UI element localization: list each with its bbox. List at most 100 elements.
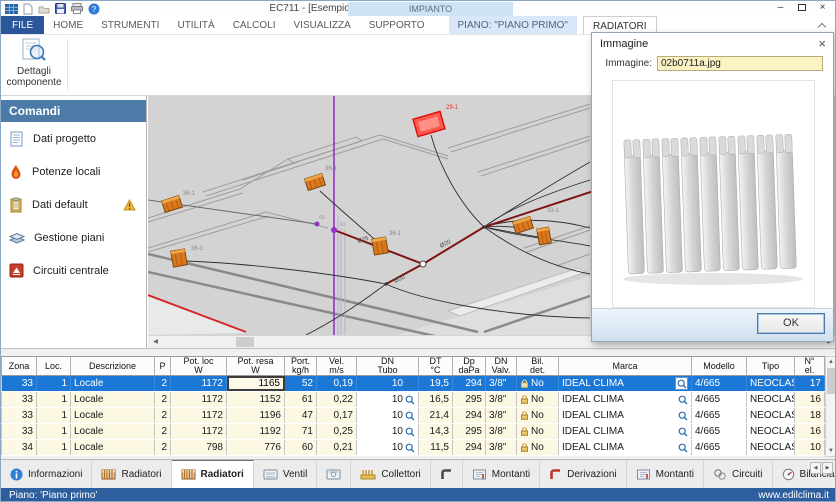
minimize-button[interactable]: – [770, 1, 791, 15]
cell-n[interactable]: 16 [795, 424, 825, 439]
dialog-close-icon[interactable]: × [818, 36, 826, 51]
cell-bil[interactable]: No [517, 424, 559, 439]
cell-port[interactable]: 61 [285, 392, 317, 407]
cell-bil[interactable]: No [517, 408, 559, 423]
cell-port[interactable]: 60 [285, 440, 317, 455]
cell-dp[interactable]: 294 [453, 440, 486, 455]
cell-p[interactable]: 2 [155, 392, 171, 407]
column-header-dn[interactable]: DN Tubo [357, 357, 419, 375]
column-header-pot-resa[interactable]: Pot. resa W [227, 357, 285, 375]
print-icon[interactable] [71, 3, 83, 14]
cell-pot-resa[interactable]: 1165 [227, 376, 285, 391]
column-header-zona[interactable]: Zona [1, 357, 37, 375]
cell-vel[interactable]: 0,22 [317, 392, 357, 407]
cell-dn[interactable]: 3/8" [486, 440, 517, 455]
ribbon-tab-home[interactable]: HOME [44, 16, 92, 34]
cell-pot-resa[interactable]: 776 [227, 440, 285, 455]
cell-p[interactable]: 2 [155, 440, 171, 455]
cell-p[interactable]: 2 [155, 408, 171, 423]
cell-n[interactable]: 18 [795, 408, 825, 423]
cell-modello[interactable]: 4/665 [692, 408, 747, 423]
cell-dp[interactable]: 294 [453, 408, 486, 423]
column-header-modello[interactable]: Modello [692, 357, 747, 375]
column-header-dn[interactable]: DN Valv. [486, 357, 517, 375]
cell-dn[interactable]: 10 [357, 376, 419, 391]
bottom-tab-radiatori[interactable]: Radiatori [172, 460, 254, 488]
cell-zona[interactable]: 33 [1, 424, 37, 439]
cell-bil[interactable]: No [517, 440, 559, 455]
bottom-tab-fancoil2[interactable] [317, 460, 351, 488]
save-icon[interactable] [55, 3, 66, 14]
bottom-tab-montanti[interactable]: Montanti [463, 460, 540, 488]
table-row[interactable]: 331Locale211721152610,221016,52953/8"NoI… [1, 392, 825, 408]
column-header-p[interactable]: P [155, 357, 171, 375]
cell-modello[interactable]: 4/665 [692, 424, 747, 439]
cell-port[interactable]: 47 [285, 408, 317, 423]
dettagli-componente-button[interactable]: Dettagli componente [3, 37, 65, 93]
cell-zona[interactable]: 33 [1, 408, 37, 423]
cell-dn[interactable]: 10 [357, 424, 419, 439]
ribbon-tab-calcoli[interactable]: CALCOLI [224, 16, 285, 34]
column-header-loc[interactable]: Loc. [37, 357, 71, 375]
cell-descrizione[interactable]: Locale [71, 408, 155, 423]
sidebar-item-dati-default[interactable]: Dati default [1, 188, 146, 221]
close-button[interactable]: × [812, 1, 833, 15]
cell-descrizione[interactable]: Locale [71, 424, 155, 439]
ribbon-tab-utilit[interactable]: UTILITÀ [168, 16, 223, 34]
cell-p[interactable]: 2 [155, 376, 171, 391]
radiator-symbol[interactable] [537, 227, 552, 245]
bottom-tab-collettori[interactable]: Collettori [351, 460, 430, 488]
cell-dt[interactable]: 14,3 [419, 424, 453, 439]
cell-vel[interactable]: 0,17 [317, 408, 357, 423]
column-header-dt[interactable]: DT °C [419, 357, 453, 375]
cell-tipo[interactable]: NEOCLASSIC [747, 376, 795, 391]
radiator-symbol[interactable] [372, 237, 389, 255]
tabs-scroll-left-icon[interactable]: ◀ [810, 462, 821, 474]
pipe-node[interactable] [420, 261, 426, 267]
bottom-tab-radiatori[interactable]: Radiatori [92, 460, 171, 488]
cell-dp[interactable]: 295 [453, 392, 486, 407]
cell-modello[interactable]: 4/665 [692, 392, 747, 407]
ribbon-tab-strumenti[interactable]: STRUMENTI [92, 16, 168, 34]
cell-marca[interactable]: IDEAL CLIMA [559, 424, 692, 439]
column-header-tipo[interactable]: Tipo [747, 357, 795, 375]
cell-vel[interactable]: 0,19 [317, 376, 357, 391]
ribbon-tab-piano-piano-primo[interactable]: PIANO: "PIANO PRIMO" [449, 16, 577, 34]
cell-dt[interactable]: 21,4 [419, 408, 453, 423]
column-header-pot-loc[interactable]: Pot. loc W [171, 357, 227, 375]
cell-loc[interactable]: 1 [37, 408, 71, 423]
column-header-dp[interactable]: Dp daPa [453, 357, 486, 375]
cell-descrizione[interactable]: Locale [71, 392, 155, 407]
scrollbar-thumb[interactable] [236, 337, 254, 347]
cell-tipo[interactable]: NEOCLASSIC [747, 440, 795, 455]
tabs-scroll-right-icon[interactable]: ▶ [822, 462, 833, 474]
cell-dn[interactable]: 10 [357, 392, 419, 407]
collapse-ribbon-icon[interactable] [817, 22, 827, 30]
cell-dn[interactable]: 3/8" [486, 376, 517, 391]
cell-dn[interactable]: 10 [357, 408, 419, 423]
app-logo-icon[interactable] [5, 4, 18, 14]
table-row[interactable]: 331Locale211721196470,171021,42943/8"NoI… [1, 408, 825, 424]
riser-node[interactable] [331, 227, 337, 233]
cell-bil[interactable]: No [517, 376, 559, 391]
cell-pot-resa[interactable]: 1192 [227, 424, 285, 439]
bottom-tab-elbow-dark[interactable] [431, 460, 463, 488]
radiator-symbol[interactable] [171, 249, 188, 267]
column-header-port[interactable]: Port. kg/h [285, 357, 317, 375]
cell-loc[interactable]: 1 [37, 376, 71, 391]
cell-bil[interactable]: No [517, 392, 559, 407]
cell-modello[interactable]: 4/665 [692, 440, 747, 455]
cell-port[interactable]: 71 [285, 424, 317, 439]
scroll-up-icon[interactable]: ▲ [826, 357, 836, 367]
status-website[interactable]: www.edilclima.it [758, 488, 829, 502]
cell-zona[interactable]: 34 [1, 440, 37, 455]
cell-marca[interactable]: IDEAL CLIMA [559, 392, 692, 407]
table-row[interactable]: 331Locale211721192710,251014,32953/8"NoI… [1, 424, 825, 440]
cell-marca[interactable]: IDEAL CLIMA [559, 376, 692, 391]
new-document-icon[interactable] [23, 3, 33, 15]
column-header-descrizione[interactable]: Descrizione [71, 357, 155, 375]
column-header-marca[interactable]: Marca [559, 357, 692, 375]
cell-marca[interactable]: IDEAL CLIMA [559, 408, 692, 423]
cell-modello[interactable]: 4/665 [692, 376, 747, 391]
column-header-bil[interactable]: Bil. det. [517, 357, 559, 375]
